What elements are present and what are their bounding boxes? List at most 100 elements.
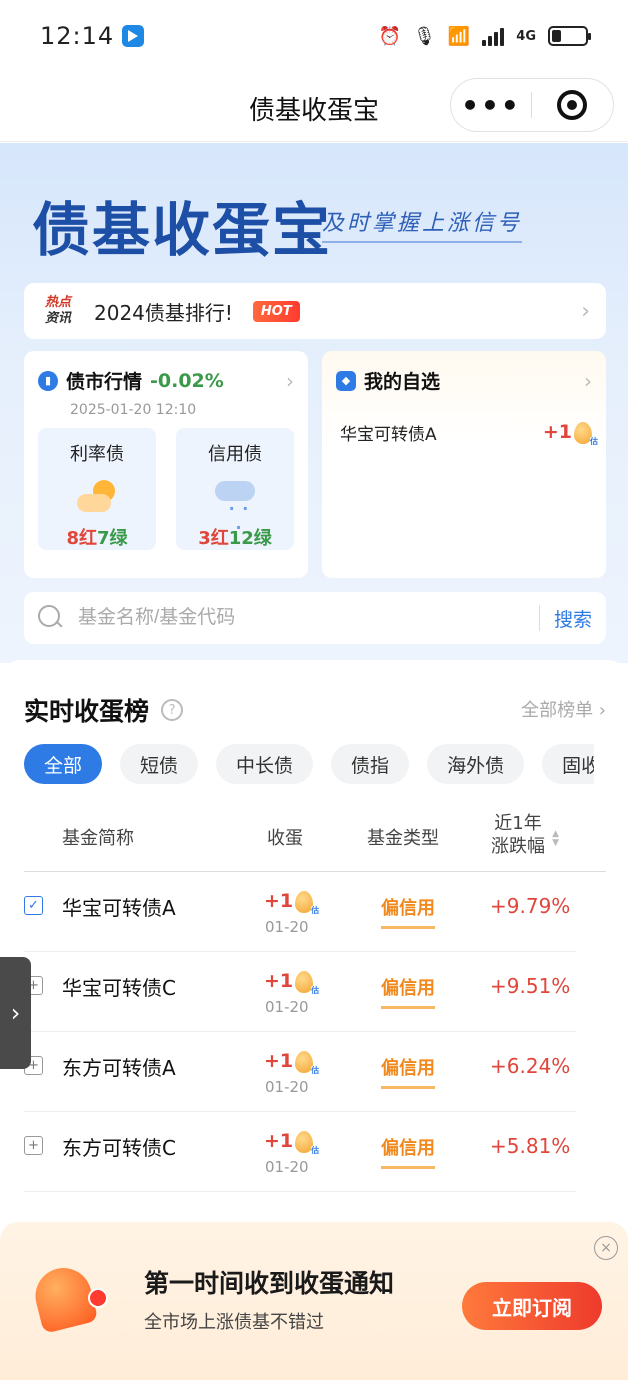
popup-title: 第一时间收到收蛋通知 bbox=[144, 1269, 395, 1298]
tab-all[interactable]: 全部 bbox=[24, 744, 103, 784]
hot-news-tag-bottom: 资讯 bbox=[44, 311, 71, 326]
close-icon[interactable]: × bbox=[594, 1236, 618, 1260]
green-count: 7绿 bbox=[97, 528, 128, 549]
bell-icon bbox=[24, 1258, 108, 1338]
more-button[interactable]: ••• bbox=[451, 89, 531, 122]
watchlist-card[interactable]: ◆ 我的自选 › 华宝可转债A +1 bbox=[322, 351, 606, 578]
chevron-right-icon: › bbox=[581, 298, 590, 324]
wifi-icon: 📶 bbox=[447, 25, 471, 47]
bond-market-card[interactable]: ▮ 债市行情 -0.02% › 2025-01-20 12:10 利率债 8红7… bbox=[24, 351, 308, 578]
fund-type: 偏信用 bbox=[381, 1054, 435, 1089]
tab-mid-long-bond[interactable]: 中长债 bbox=[216, 744, 314, 784]
table-row[interactable]: + 东方可转债C +1 01-20 偏信用 +5.81% bbox=[24, 1112, 576, 1192]
help-icon[interactable]: ? bbox=[161, 699, 184, 721]
status-bar: 12:14 ⏰ 🎙 📶 4G bbox=[0, 0, 628, 72]
fund-name: 东方可转债C bbox=[62, 1136, 176, 1160]
col-type: 基金类型 bbox=[367, 828, 439, 849]
battery-icon bbox=[548, 26, 591, 46]
chart-icon: ▮ bbox=[38, 370, 58, 391]
tile-name: 信用债 bbox=[208, 444, 262, 465]
tab-short-bond[interactable]: 短债 bbox=[120, 744, 199, 784]
search-icon bbox=[38, 605, 64, 631]
col-change-line2: 涨跌幅 bbox=[491, 836, 545, 857]
watchlist-item-name: 华宝可转债A bbox=[340, 425, 437, 445]
hot-badge: HOT bbox=[252, 300, 300, 322]
market-title: 债市行情 bbox=[66, 371, 143, 393]
year-change: +9.51% bbox=[490, 974, 571, 998]
status-time: 12:14 bbox=[40, 22, 115, 50]
egg-icon bbox=[295, 1130, 320, 1156]
col-change-line1: 近1年 bbox=[494, 813, 542, 834]
search-button[interactable]: 搜索 bbox=[554, 605, 592, 632]
search-bar: 搜索 bbox=[24, 592, 606, 644]
subscribe-popup: 第一时间收到收蛋通知 全市场上涨债基不错过 立即订阅 × bbox=[0, 1222, 628, 1380]
search-divider bbox=[538, 605, 540, 631]
egg-icon bbox=[574, 421, 598, 447]
news-bar[interactable]: 热点 资讯 2024债基排行! HOT › bbox=[24, 283, 606, 339]
table-row[interactable]: + 东方可转债A +1 01-20 偏信用 +6.24% bbox=[24, 1032, 576, 1112]
market-change: -0.02% bbox=[150, 369, 224, 392]
tile-name: 利率债 bbox=[70, 444, 124, 465]
add-checkbox[interactable]: + bbox=[24, 1136, 43, 1155]
year-change: +5.81% bbox=[490, 1134, 571, 1158]
chevron-right-icon: › bbox=[286, 368, 294, 393]
nav-bar: 债基收蛋宝 ••• bbox=[0, 72, 628, 142]
year-change: +6.24% bbox=[490, 1054, 571, 1078]
fund-type: 偏信用 bbox=[381, 974, 435, 1009]
fund-name: 华宝可转债A bbox=[62, 896, 176, 920]
red-count: 8红 bbox=[66, 528, 97, 549]
credit-bond-tile[interactable]: 信用债 3红12绿 bbox=[176, 428, 294, 550]
egg-count: +1 bbox=[264, 890, 294, 912]
fund-type: 偏信用 bbox=[381, 1134, 435, 1169]
tab-fixed-income-plus[interactable]: 固收+ bbox=[542, 744, 595, 784]
network-type: 4G bbox=[516, 28, 536, 44]
egg-date: 01-20 bbox=[265, 1078, 309, 1096]
tab-overseas-bond[interactable]: 海外债 bbox=[427, 744, 525, 784]
record-icon bbox=[557, 90, 587, 120]
hero-slogan: 及时掌握上涨信号 bbox=[322, 205, 523, 243]
subscribe-button[interactable]: 立即订阅 bbox=[462, 1282, 602, 1330]
mic-icon: 🎙 bbox=[413, 25, 436, 47]
side-drawer-handle[interactable]: › bbox=[0, 957, 31, 1069]
watchlist-item-eggs: +1 bbox=[542, 421, 572, 444]
chevron-right-icon: › bbox=[584, 368, 592, 393]
egg-date: 01-20 bbox=[265, 998, 309, 1016]
fund-name: 华宝可转债C bbox=[62, 976, 176, 1000]
alarm-icon: ⏰ bbox=[378, 25, 401, 47]
table-row[interactable]: ✓ 华宝可转债A +1 01-20 偏信用 +9.79% bbox=[24, 872, 576, 952]
year-change: +9.79% bbox=[490, 894, 571, 918]
signal-icon bbox=[482, 26, 505, 46]
telegram-icon bbox=[122, 25, 145, 47]
rain-cloud-icon bbox=[215, 481, 255, 537]
search-input[interactable] bbox=[78, 607, 539, 629]
close-program-button[interactable] bbox=[532, 90, 612, 120]
popup-subtitle: 全市场上涨债基不错过 bbox=[144, 1312, 324, 1333]
rate-bond-tile[interactable]: 利率债 8红7绿 bbox=[38, 428, 156, 550]
chevron-right-icon: › bbox=[10, 999, 21, 1027]
news-text: 2024债基排行! bbox=[94, 300, 233, 325]
col-change[interactable]: 近1年 涨跌幅 ▲ ▼ bbox=[491, 812, 559, 858]
checkbox-checked[interactable]: ✓ bbox=[24, 896, 43, 915]
hot-news-tag: 热点 资讯 bbox=[40, 295, 76, 327]
fund-name: 东方可转债A bbox=[62, 1056, 176, 1080]
egg-date: 01-20 bbox=[265, 1158, 309, 1176]
bookmark-icon: ◆ bbox=[336, 370, 356, 391]
mini-program-capsule: ••• bbox=[450, 78, 614, 132]
fund-type: 偏信用 bbox=[381, 894, 435, 929]
table-header: 基金简称 收蛋 基金类型 近1年 涨跌幅 ▲ ▼ bbox=[24, 806, 606, 872]
egg-date: 01-20 bbox=[265, 918, 309, 936]
col-name: 基金简称 bbox=[62, 828, 134, 849]
market-date: 2025-01-20 12:10 bbox=[70, 402, 197, 418]
sun-cloud-icon bbox=[77, 480, 117, 512]
ranking-title: 实时收蛋榜 bbox=[24, 697, 150, 726]
watchlist-item[interactable]: 华宝可转债A +1 bbox=[322, 394, 606, 447]
egg-icon bbox=[295, 890, 320, 916]
sort-icon: ▲ ▼ bbox=[552, 829, 559, 848]
hero-title: 债基收蛋宝 bbox=[32, 196, 333, 264]
hot-news-tag-top: 热点 bbox=[44, 295, 71, 310]
table-row[interactable]: + 华宝可转债C +1 01-20 偏信用 +9.51% bbox=[24, 952, 576, 1032]
all-rankings-link[interactable]: 全部榜单 › bbox=[521, 696, 606, 722]
col-eggs: 收蛋 bbox=[267, 828, 303, 849]
egg-count: +1 bbox=[264, 1130, 294, 1152]
tab-bond-index[interactable]: 债指 bbox=[331, 744, 410, 784]
